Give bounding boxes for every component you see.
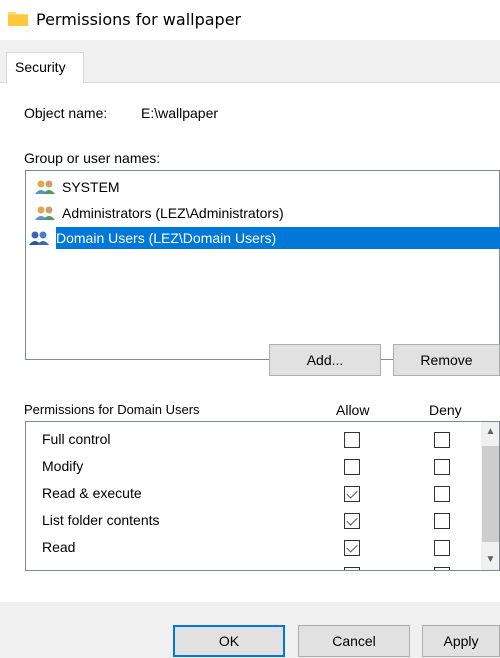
allow-checkbox[interactable] — [344, 567, 360, 570]
permission-name: Read — [42, 539, 76, 555]
title-bar: Permissions for wallpaper — [0, 0, 500, 40]
permission-row-read: Read — [26, 534, 481, 561]
permission-row-full-control: Full control — [26, 426, 481, 453]
permissions-list: Full control Modify Read & execute List … — [25, 421, 500, 571]
user-list[interactable]: SYSTEM Administrators (LEZ\Administrator… — [25, 170, 500, 360]
scroll-down-icon[interactable]: ▼ — [481, 550, 499, 569]
allow-checkbox[interactable] — [344, 486, 360, 502]
allow-column-label: Allow — [336, 402, 370, 418]
deny-checkbox[interactable] — [434, 513, 450, 529]
add-button[interactable]: Add... — [269, 344, 381, 376]
allow-checkbox[interactable] — [344, 459, 360, 475]
users-group-icon — [29, 231, 49, 245]
group-user-names-label: Group or user names: — [24, 150, 161, 166]
permission-row-partial — [26, 561, 481, 570]
deny-checkbox[interactable] — [434, 567, 450, 570]
permission-row-list-folder-contents: List folder contents — [26, 507, 481, 534]
list-item-system[interactable]: SYSTEM — [32, 176, 500, 198]
permission-name: List folder contents — [42, 512, 160, 528]
tab-security-label: Security — [15, 59, 66, 75]
window-title: Permissions for wallpaper — [36, 10, 242, 29]
permission-name: Modify — [42, 458, 84, 474]
permission-name: Read & execute — [42, 485, 142, 501]
deny-checkbox[interactable] — [434, 486, 450, 502]
permissions-header: Permissions for Domain Users — [24, 402, 200, 417]
ok-button[interactable]: OK — [173, 625, 285, 657]
cancel-button[interactable]: Cancel — [298, 625, 410, 657]
permission-row-read-execute: Read & execute — [26, 480, 481, 507]
user-name: SYSTEM — [62, 179, 120, 195]
scroll-thumb[interactable] — [482, 446, 499, 542]
permission-row-modify: Modify — [26, 453, 481, 480]
permissions-scrollbar[interactable]: ▲ ▼ — [481, 422, 499, 570]
deny-checkbox[interactable] — [434, 459, 450, 475]
remove-button[interactable]: Remove — [393, 344, 500, 376]
object-name-value: E:\wallpaper — [141, 105, 219, 121]
permission-name: Full control — [42, 431, 111, 447]
user-name: Domain Users (LEZ\Domain Users) — [56, 230, 277, 246]
users-group-icon — [35, 180, 55, 194]
deny-checkbox[interactable] — [434, 540, 450, 556]
apply-button[interactable]: Apply — [422, 625, 500, 657]
allow-checkbox[interactable] — [344, 513, 360, 529]
allow-checkbox[interactable] — [344, 432, 360, 448]
allow-checkbox[interactable] — [344, 540, 360, 556]
list-item-domain-users[interactable]: Domain Users (LEZ\Domain Users) — [29, 227, 500, 249]
folder-icon — [8, 12, 28, 26]
scroll-up-icon[interactable]: ▲ — [481, 422, 499, 441]
deny-checkbox[interactable] — [434, 432, 450, 448]
user-name: Administrators (LEZ\Administrators) — [62, 205, 284, 221]
list-item-administrators[interactable]: Administrators (LEZ\Administrators) — [32, 202, 500, 224]
deny-column-label: Deny — [429, 402, 462, 418]
tab-security[interactable]: Security — [6, 52, 84, 83]
object-name-label: Object name: — [24, 105, 108, 121]
users-group-icon — [35, 206, 55, 220]
